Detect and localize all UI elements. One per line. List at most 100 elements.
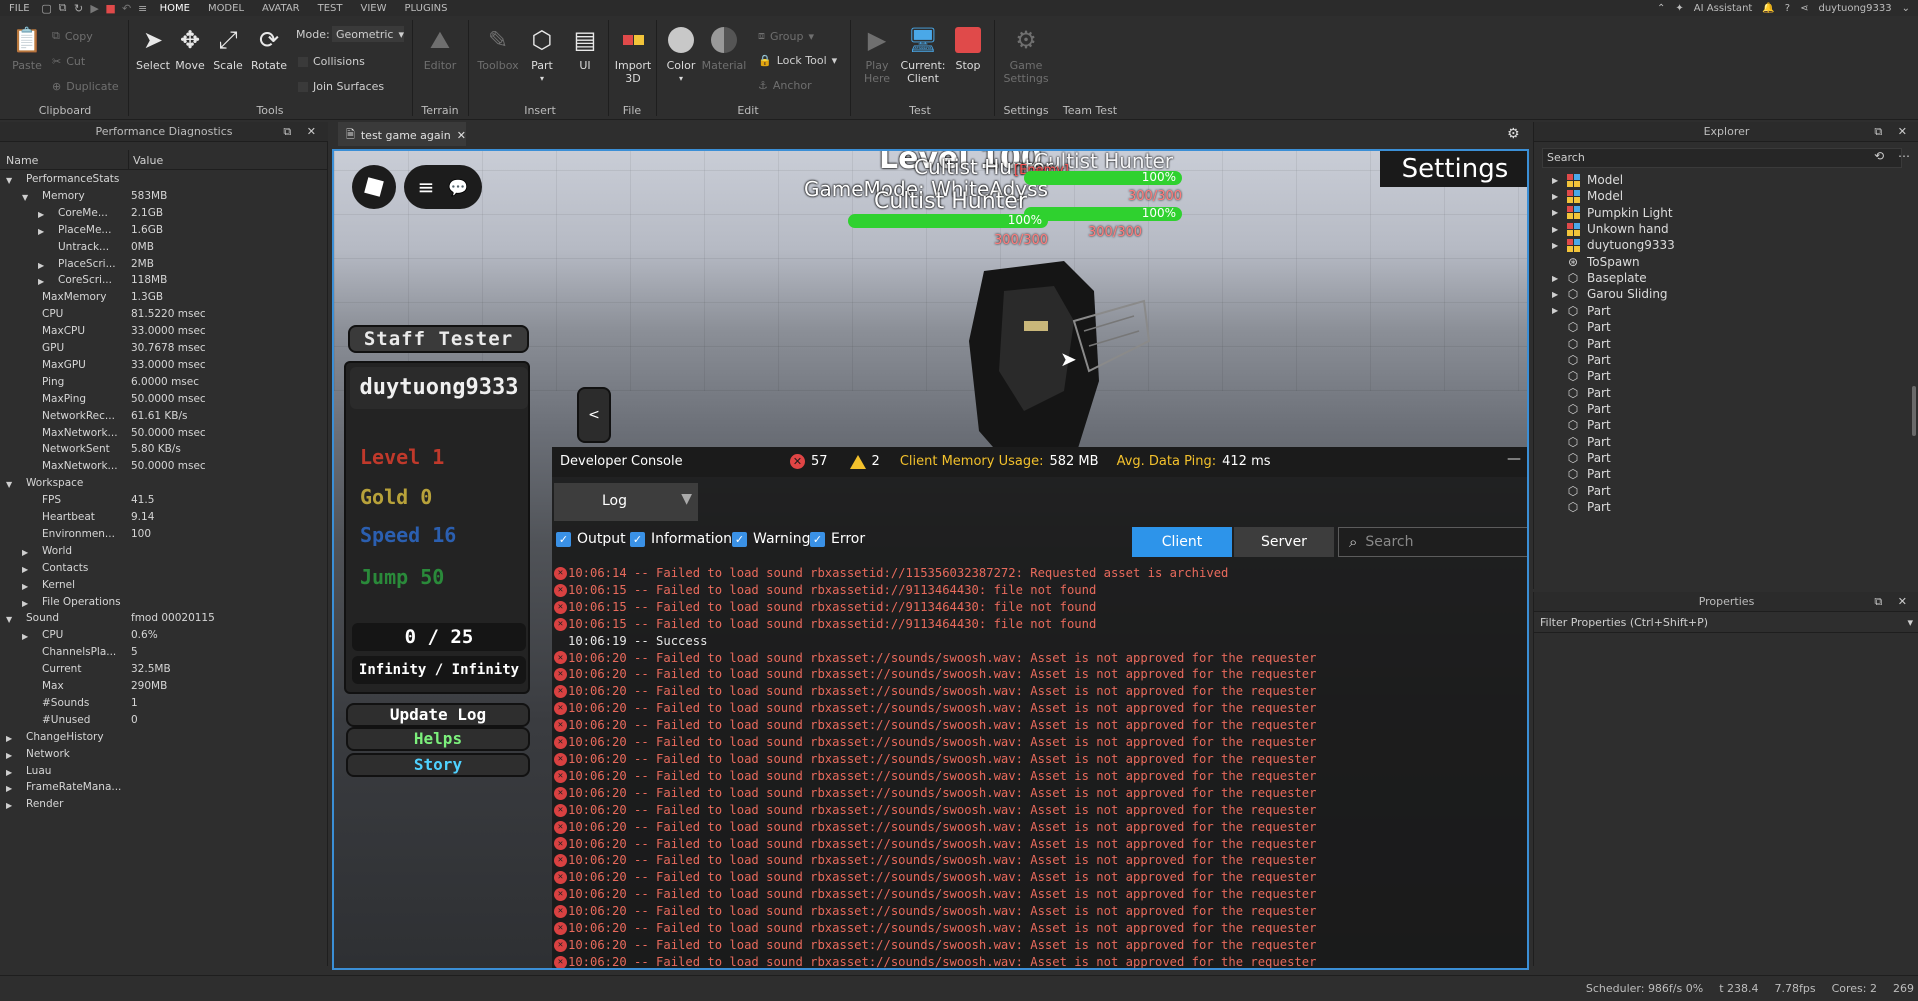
tab-view[interactable]: VIEW <box>352 3 396 14</box>
mode-dropdown[interactable]: Geometric ▾ <box>332 26 404 42</box>
log-line[interactable]: ✕ 10:06:20 -- Failed to load sound rbxass… <box>554 920 1524 937</box>
perf-row[interactable]: ▶ Luau <box>0 765 328 782</box>
chevron-down-icon[interactable]: ⌄ <box>1902 3 1910 14</box>
collapsed-arrow-icon[interactable]: ▶ <box>1552 225 1558 234</box>
information-filter[interactable]: ✓ Information <box>630 531 732 547</box>
chat-menu-buttons[interactable]: ≡ 💬 <box>404 165 482 209</box>
explorer-scrollbar[interactable] <box>1912 386 1916 436</box>
collapsed-arrow-icon[interactable]: ▶ <box>22 599 28 608</box>
anchor-button[interactable]: ⚓ Anchor <box>758 79 812 92</box>
log-line[interactable]: ✕ 10:06:20 -- Failed to load sound rbxass… <box>554 802 1524 819</box>
perf-row[interactable]: ▶ Kernel <box>0 579 328 596</box>
perf-row[interactable]: Max 290MB <box>0 680 328 697</box>
collapsed-arrow-icon[interactable]: ▶ <box>22 582 28 591</box>
expanded-arrow-icon[interactable]: ▼ <box>6 480 12 489</box>
collapsed-arrow-icon[interactable]: ▶ <box>22 548 28 557</box>
log-line[interactable]: ✕ 10:06:20 -- Failed to load sound rbxass… <box>554 666 1524 683</box>
duplicate-button[interactable]: ⊕ Duplicate <box>52 80 119 93</box>
perf-row[interactable]: NetworkRec... 61.61 KB/s <box>0 410 328 427</box>
log-line[interactable]: ✕ 10:06:20 -- Failed to load sound rbxass… <box>554 836 1524 853</box>
collapsed-arrow-icon[interactable]: ▶ <box>6 734 12 743</box>
perf-row[interactable]: Environmen... 100 <box>0 528 328 545</box>
lock-tool-button[interactable]: 🔒 Lock Tool ▾ <box>758 54 837 67</box>
collapsed-arrow-icon[interactable]: ▶ <box>6 768 12 777</box>
log-line[interactable]: ✕ 10:06:20 -- Failed to load sound rbxass… <box>554 683 1524 700</box>
collapsed-arrow-icon[interactable]: ▶ <box>38 227 44 236</box>
stop-small-icon[interactable]: ■ <box>103 2 119 15</box>
expanded-arrow-icon[interactable]: ▼ <box>22 193 28 202</box>
log-line[interactable]: ✕ 10:06:20 -- Failed to load sound rbxass… <box>554 903 1524 920</box>
collapsed-arrow-icon[interactable]: ▶ <box>6 801 12 810</box>
log-line[interactable]: ✕ 10:06:20 -- Failed to load sound rbxass… <box>554 785 1524 802</box>
perf-row[interactable]: MaxNetwork... 50.0000 msec <box>0 427 328 444</box>
share-icon[interactable]: ⋖ <box>1800 3 1808 14</box>
log-line[interactable]: ✕ 10:06:20 -- Failed to load sound rbxass… <box>554 700 1524 717</box>
console-search-input[interactable]: ⌕ Search <box>1338 527 1527 557</box>
log-line[interactable]: ✕ 10:06:20 -- Failed to load sound rbxass… <box>554 734 1524 751</box>
expanded-arrow-icon[interactable]: ▼ <box>6 615 12 624</box>
story-button[interactable]: Story <box>346 753 530 777</box>
collapsed-arrow-icon[interactable]: ▶ <box>1552 306 1558 315</box>
perf-row[interactable]: MaxPing 50.0000 msec <box>0 393 328 410</box>
select-tool-button[interactable]: ➤ Select <box>135 24 171 73</box>
perf-row[interactable]: ▼ Workspace <box>0 477 328 494</box>
checkbox-checked-icon[interactable]: ✓ <box>630 531 645 547</box>
perf-row[interactable]: ▶ File Operations <box>0 596 328 613</box>
close-tab-icon[interactable]: ✕ <box>457 129 466 142</box>
helps-button[interactable]: Helps <box>346 727 530 751</box>
client-tab-button[interactable]: Client <box>1132 527 1232 557</box>
perf-row[interactable]: CPU 81.5220 msec <box>0 308 328 325</box>
value-column-header[interactable]: Value <box>133 154 163 167</box>
perf-row[interactable]: ▶ Network <box>0 748 328 765</box>
collapsed-arrow-icon[interactable]: ▶ <box>38 277 44 286</box>
perf-row[interactable]: #Sounds 1 <box>0 697 328 714</box>
join-surfaces-checkbox[interactable] <box>298 81 308 92</box>
new-file-icon[interactable]: ▢ <box>39 2 55 15</box>
perf-row[interactable]: FPS 41.5 <box>0 494 328 511</box>
ai-assistant-button[interactable]: AI Assistant <box>1694 3 1753 14</box>
perf-row[interactable]: ▶ ChangeHistory <box>0 731 328 748</box>
collapsed-arrow-icon[interactable]: ▶ <box>1552 192 1558 201</box>
perf-row[interactable]: MaxCPU 33.0000 msec <box>0 325 328 342</box>
error-filter[interactable]: ✓ Error <box>810 531 865 547</box>
log-line[interactable]: ✕ 10:06:20 -- Failed to load sound rbxass… <box>554 852 1524 869</box>
checkbox-checked-icon[interactable]: ✓ <box>556 531 571 547</box>
collapsed-arrow-icon[interactable]: ▶ <box>6 784 12 793</box>
perf-row[interactable]: NetworkSent 5.80 KB/s <box>0 443 328 460</box>
panel-controls[interactable]: ⧉ ✕ <box>1874 125 1913 139</box>
perf-row[interactable]: ▶ World <box>0 545 328 562</box>
collapse-ribbon-icon[interactable]: ⌃ <box>1657 3 1665 14</box>
quick-access-more-icon[interactable]: ≡ <box>135 2 151 15</box>
explorer-item[interactable]: ⬡ Part <box>1534 497 1918 517</box>
collapsed-arrow-icon[interactable]: ▶ <box>22 565 28 574</box>
play-small-icon[interactable]: ▶ <box>87 2 103 15</box>
log-line[interactable]: ✕ 10:06:15 -- Failed to load sound rbxass… <box>554 582 1524 599</box>
open-file-icon[interactable]: ⧉ <box>55 1 71 15</box>
roblox-menu-button[interactable] <box>352 165 396 209</box>
group-button[interactable]: ⧈ Group ▾ <box>758 29 814 43</box>
log-line[interactable]: ✕ 10:06:15 -- Failed to load sound rbxass… <box>554 616 1524 633</box>
history-icon[interactable]: ⟲ <box>1874 149 1884 163</box>
panel-controls[interactable]: ⧉ ✕ <box>283 125 322 139</box>
paste-button[interactable]: 📋 Paste <box>8 24 46 73</box>
collapsed-arrow-icon[interactable]: ▶ <box>38 210 44 219</box>
log-line[interactable]: ✕ 10:06:20 -- Failed to load sound rbxass… <box>554 751 1524 768</box>
help-icon[interactable]: ? <box>1785 3 1790 14</box>
undo-icon[interactable]: ↶ <box>119 2 135 15</box>
perf-row[interactable]: ▶ Render <box>0 798 328 815</box>
warning-filter[interactable]: ✓ Warning <box>732 531 811 547</box>
collapsed-arrow-icon[interactable]: ▶ <box>1552 176 1558 185</box>
collapse-panel-button[interactable]: < <box>577 387 611 443</box>
material-button[interactable]: Material <box>702 24 746 72</box>
properties-filter-input[interactable]: Filter Properties (Ctrl+Shift+P) ▾ <box>1534 613 1918 633</box>
log-line[interactable]: ✕ 10:06:15 -- Failed to load sound rbxass… <box>554 599 1524 616</box>
toolbox-button[interactable]: ✎ Toolbox <box>476 24 520 73</box>
collapsed-arrow-icon[interactable]: ▶ <box>1552 274 1558 283</box>
console-log-list[interactable]: ✕ 10:06:14 -- Failed to load sound rbxass… <box>554 565 1524 968</box>
perf-row[interactable]: ▶ CPU 0.6% <box>0 629 328 646</box>
perf-row[interactable]: ▶ PlaceMe... 1.6GB <box>0 224 328 241</box>
checkbox-checked-icon[interactable]: ✓ <box>810 531 825 547</box>
name-column-header[interactable]: Name <box>6 154 38 167</box>
perf-row[interactable]: ▶ CoreMe... 2.1GB <box>0 207 328 224</box>
server-tab-button[interactable]: Server <box>1234 527 1334 557</box>
